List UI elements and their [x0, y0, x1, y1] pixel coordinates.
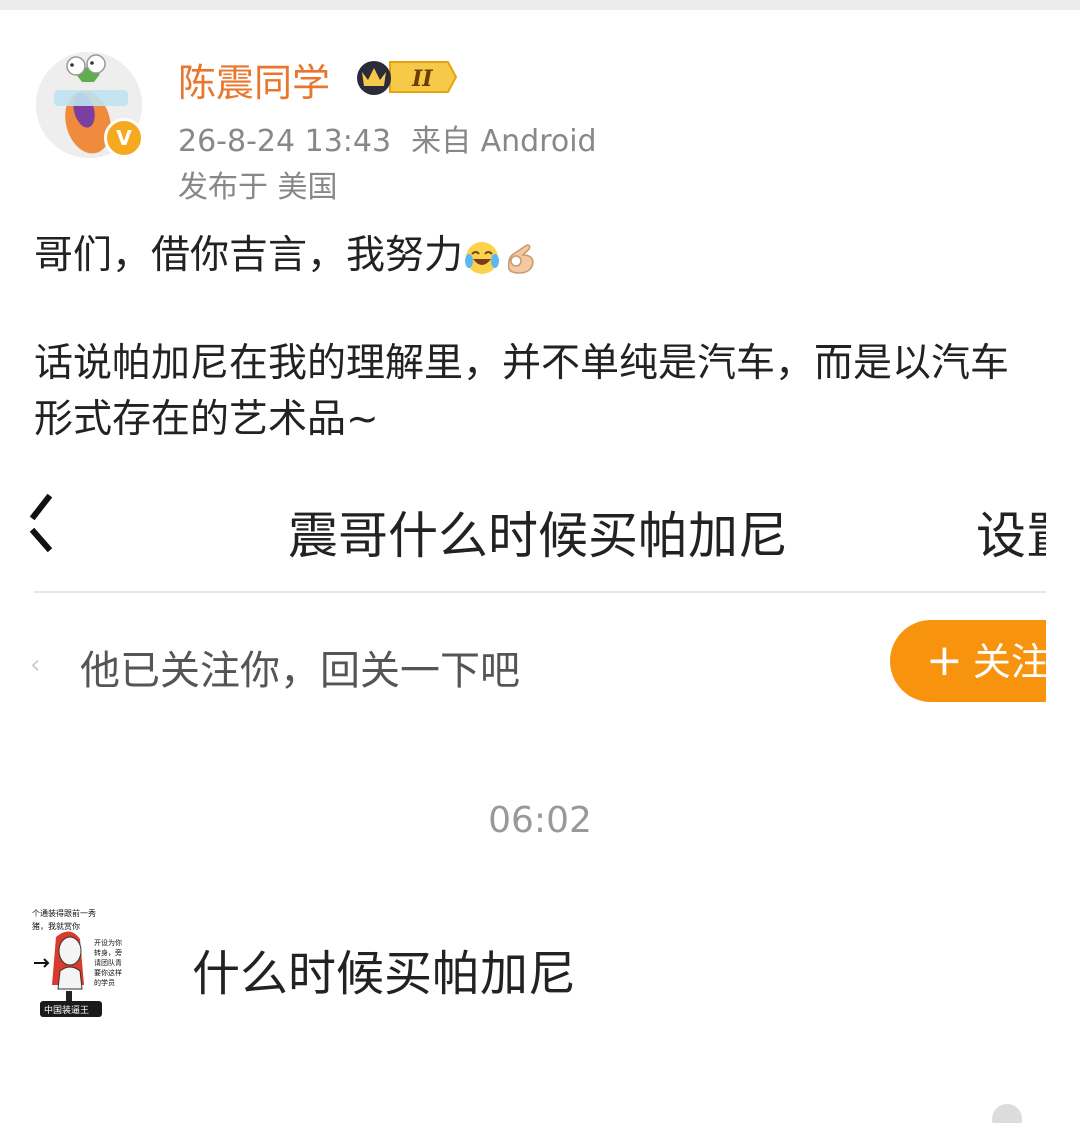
weibo-post-screenshot: V 陈震同学 II 26-8-24 13:43 来自 Android 发布于 美国…	[0, 0, 1080, 1123]
floating-button-partial[interactable]	[992, 1104, 1022, 1123]
follow-button-label: 关注	[972, 640, 1046, 684]
verified-v-icon: V	[104, 118, 144, 158]
close-tip-icon[interactable]: ‹	[30, 650, 40, 680]
follow-back-tip: 他已关注你，回关一下吧	[80, 648, 520, 694]
username[interactable]: 陈震同学	[178, 52, 330, 107]
sticker-line-1: 个通装得跟前一秀	[32, 908, 96, 918]
follow-button[interactable]: + 关注	[890, 620, 1046, 702]
header-divider	[34, 591, 1046, 593]
chat-timestamp: 06:02	[488, 800, 592, 841]
crown-member-badge-icon[interactable]: II	[352, 58, 458, 96]
chat-title: 震哥什么时候买帕加尼	[288, 507, 788, 565]
plus-icon: +	[926, 635, 963, 686]
sticker-line-2: 猪，我就赏你	[32, 921, 80, 931]
ok-hand-emoji-icon	[507, 243, 534, 274]
meme-sticker-image: 个通装得跟前一秀 猪，我就赏你 开设为你 转身，旁 请团队青 要你这样 的学员 …	[30, 905, 140, 1023]
post-location: 发布于 美国	[178, 170, 338, 205]
sticker-line-5: 请团队青	[94, 958, 122, 967]
member-badge-level: II	[411, 66, 433, 92]
post-paragraph: 话说帕加尼在我的理解里，并不单纯是汽车，而是以汽车形式存在的艺术品~	[34, 341, 1010, 442]
chat-message-text: 什么时候买帕加尼	[192, 946, 577, 1002]
sticker-line-7: 的学员	[94, 978, 115, 987]
sticker-line-6: 要你这样	[94, 968, 122, 977]
top-strip	[0, 0, 1080, 10]
laughing-crying-emoji-icon	[465, 241, 500, 274]
sender-avatar-sticker[interactable]: 个通装得跟前一秀 猪，我就赏你 开设为你 转身，旁 请团队青 要你这样 的学员 …	[30, 905, 140, 1023]
settings-button[interactable]: 设置	[976, 496, 1046, 568]
post-source: 来自 Android	[411, 124, 597, 159]
back-arrow-icon[interactable]	[30, 494, 52, 552]
post-timestamp: 26-8-24 13:43	[178, 124, 392, 159]
post-line1-text: 哥们，借你吉言，我努力	[34, 233, 464, 278]
sticker-caption: 中国装逼王	[44, 1004, 89, 1016]
post-meta: 26-8-24 13:43 来自 Android	[178, 116, 597, 160]
post-text-line1: 哥们，借你吉言，我努力	[34, 228, 539, 284]
sticker-line-3: 开设为你	[94, 938, 122, 947]
sticker-line-4: 转身，旁	[94, 948, 122, 957]
